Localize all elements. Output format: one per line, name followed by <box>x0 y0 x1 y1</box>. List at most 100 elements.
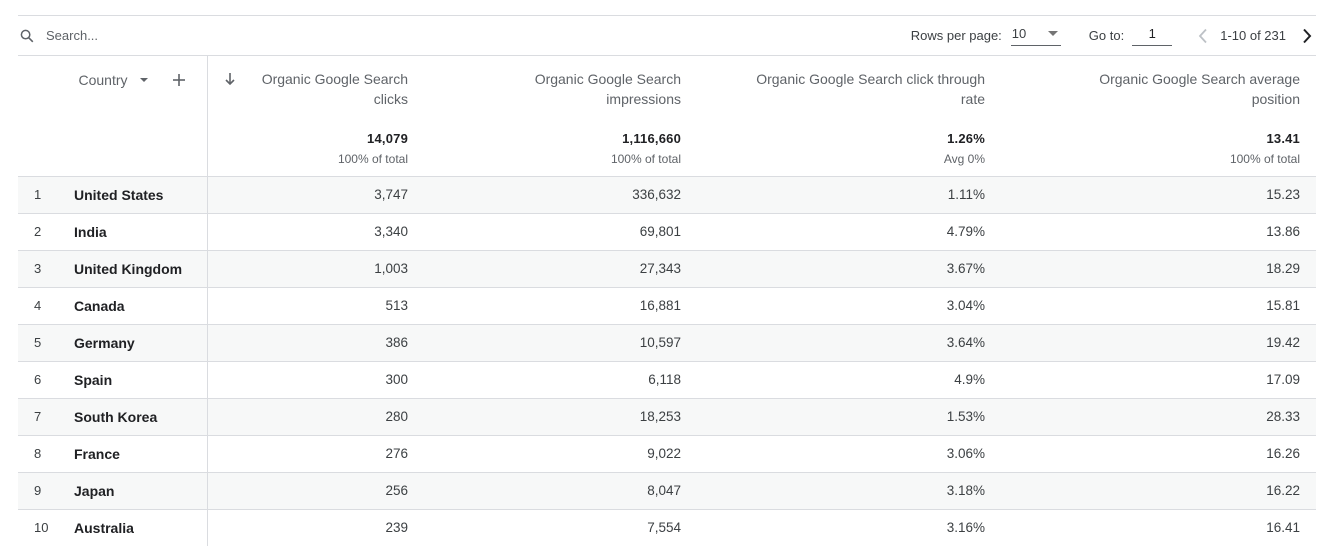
ctr-cell: 1.53% <box>697 398 1001 436</box>
clicks-cell: 239 <box>385 520 408 536</box>
data-table-card: Rows per page: 10 Go to: 1-10 of 231 <box>18 15 1316 546</box>
country-cell: India <box>74 213 208 251</box>
row-number: 5 <box>18 324 74 362</box>
column-header-ctr[interactable]: Organic Google Search click through rate… <box>697 56 1001 177</box>
country-cell: United Kingdom <box>74 250 208 288</box>
average-position-cell: 19.42 <box>1001 324 1316 362</box>
column-total: 1,116,660 <box>622 131 681 146</box>
rows-per-page-label: Rows per page: <box>910 28 1002 43</box>
country-cell: Spain <box>74 361 208 399</box>
ctr-cell: 3.04% <box>697 287 1001 325</box>
chevron-right-icon <box>1303 28 1312 43</box>
average-position-cell: 17.09 <box>1001 361 1316 399</box>
country-cell: Germany <box>74 324 208 362</box>
row-number: 9 <box>18 472 74 510</box>
column-total-subtext: 100% of total <box>337 152 408 166</box>
clicks-cell: 276 <box>207 435 424 473</box>
impressions-cell: 69,801 <box>424 213 697 251</box>
table-row[interactable]: 8 France 276 9,022 3.06% 16.26 <box>18 435 1316 473</box>
average-position-cell: 13.86 <box>1001 213 1316 251</box>
dropdown-caret-icon <box>1047 30 1058 36</box>
average-position-cell: 16.22 <box>1001 472 1316 510</box>
search-input[interactable] <box>46 28 346 43</box>
header-row: Country Organic Google Search clicks 14,… <box>18 56 1316 177</box>
column-header-clicks[interactable]: Organic Google Search clicks 14,079 100%… <box>207 56 424 177</box>
row-number: 4 <box>18 287 74 325</box>
search-box[interactable] <box>18 16 346 55</box>
row-number: 10 <box>34 520 49 536</box>
impressions-cell: 9,022 <box>424 435 697 473</box>
country-cell: Japan <box>74 472 208 510</box>
country-cell: Canada <box>74 287 208 325</box>
column-total: 14,079 <box>367 131 408 146</box>
goto-page-input[interactable] <box>1132 25 1173 46</box>
column-title: Organic Google Search clicks <box>261 71 408 107</box>
table-row[interactable]: 1 United States 3,747 336,632 1.11% 15.2… <box>18 176 1316 214</box>
table-row[interactable]: 5 Germany 386 10,597 3.64% 19.42 <box>18 324 1316 362</box>
table-row[interactable]: 3 United Kingdom 1,003 27,343 3.67% 18.2… <box>18 250 1316 288</box>
dimension-header-cell: Country <box>18 56 208 177</box>
column-title: Organic Google Search click through rate <box>756 71 985 107</box>
table-row[interactable]: 7 South Korea 280 18,253 1.53% 28.33 <box>18 398 1316 436</box>
ctr-cell: 3.16% <box>946 520 985 536</box>
row-number: 1 <box>18 176 74 214</box>
table-row[interactable]: 6 Spain 300 6,118 4.9% 17.09 <box>18 361 1316 399</box>
rows-per-page-value: 10 <box>1011 25 1027 41</box>
page-range: 1-10 of 231 <box>1220 28 1286 43</box>
clicks-cell: 513 <box>207 287 424 325</box>
column-total-subtext: 100% of total <box>610 152 681 166</box>
clicks-cell: 300 <box>207 361 424 399</box>
table-toolbar: Rows per page: 10 Go to: 1-10 of 231 <box>18 15 1316 56</box>
column-total: 1.26% <box>947 131 985 146</box>
ctr-cell: 4.9% <box>697 361 1001 399</box>
ctr-cell: 3.18% <box>697 472 1001 510</box>
clicks-cell: 280 <box>207 398 424 436</box>
average-position-cell: 18.29 <box>1001 250 1316 288</box>
table-row[interactable]: 10 Australia 239 7,554 3.16% 16.41 <box>18 509 1316 546</box>
column-total-subtext: 100% of total <box>1229 152 1300 166</box>
clicks-cell: 3,340 <box>207 213 424 251</box>
impressions-cell: 8,047 <box>424 472 697 510</box>
row-number: 6 <box>18 361 74 399</box>
previous-page-button[interactable] <box>1194 27 1212 45</box>
impressions-cell: 336,632 <box>424 176 697 214</box>
clicks-cell: 256 <box>207 472 424 510</box>
rows-per-page-select[interactable]: 10 <box>1010 25 1061 46</box>
impressions-cell: 10,597 <box>424 324 697 362</box>
sort-descending-icon[interactable] <box>224 72 236 86</box>
clicks-cell: 1,003 <box>207 250 424 288</box>
table-row[interactable]: 2 India 3,340 69,801 4.79% 13.86 <box>18 213 1316 251</box>
column-title: Organic Google Search impressions <box>534 71 681 107</box>
average-position-cell: 16.41 <box>1266 520 1300 536</box>
table-row[interactable]: 9 Japan 256 8,047 3.18% 16.22 <box>18 472 1316 510</box>
country-cell: Australia <box>74 509 208 546</box>
chevron-left-icon <box>1198 28 1207 43</box>
row-number: 3 <box>18 250 74 288</box>
table-row[interactable]: 4 Canada 513 16,881 3.04% 15.81 <box>18 287 1316 325</box>
report-table: Country Organic Google Search clicks 14,… <box>18 56 1316 546</box>
add-dimension-button[interactable] <box>172 73 186 87</box>
ctr-cell: 3.64% <box>697 324 1001 362</box>
average-position-cell: 16.26 <box>1001 435 1316 473</box>
row-number: 8 <box>18 435 74 473</box>
ctr-cell: 1.11% <box>697 176 1001 214</box>
impressions-cell: 27,343 <box>424 250 697 288</box>
ctr-cell: 4.79% <box>697 213 1001 251</box>
clicks-cell: 386 <box>207 324 424 362</box>
dimension-header-country[interactable]: Country <box>78 72 127 88</box>
country-cell: United States <box>74 176 208 214</box>
row-number: 7 <box>18 398 74 436</box>
ctr-cell: 3.06% <box>697 435 1001 473</box>
ctr-cell: 3.67% <box>697 250 1001 288</box>
column-total: 13.41 <box>1266 131 1300 146</box>
country-cell: South Korea <box>74 398 208 436</box>
average-position-cell: 15.81 <box>1001 287 1316 325</box>
next-page-button[interactable] <box>1298 27 1316 45</box>
column-header-impressions[interactable]: Organic Google Search impressions 1,116,… <box>424 56 697 177</box>
dimension-dropdown-icon[interactable] <box>139 78 148 82</box>
impressions-cell: 16,881 <box>424 287 697 325</box>
search-icon <box>20 29 34 43</box>
pagination: Rows per page: 10 Go to: 1-10 of 231 <box>911 16 1316 55</box>
column-header-average-position[interactable]: Organic Google Search average position 1… <box>1001 56 1316 177</box>
row-number: 2 <box>18 213 74 251</box>
